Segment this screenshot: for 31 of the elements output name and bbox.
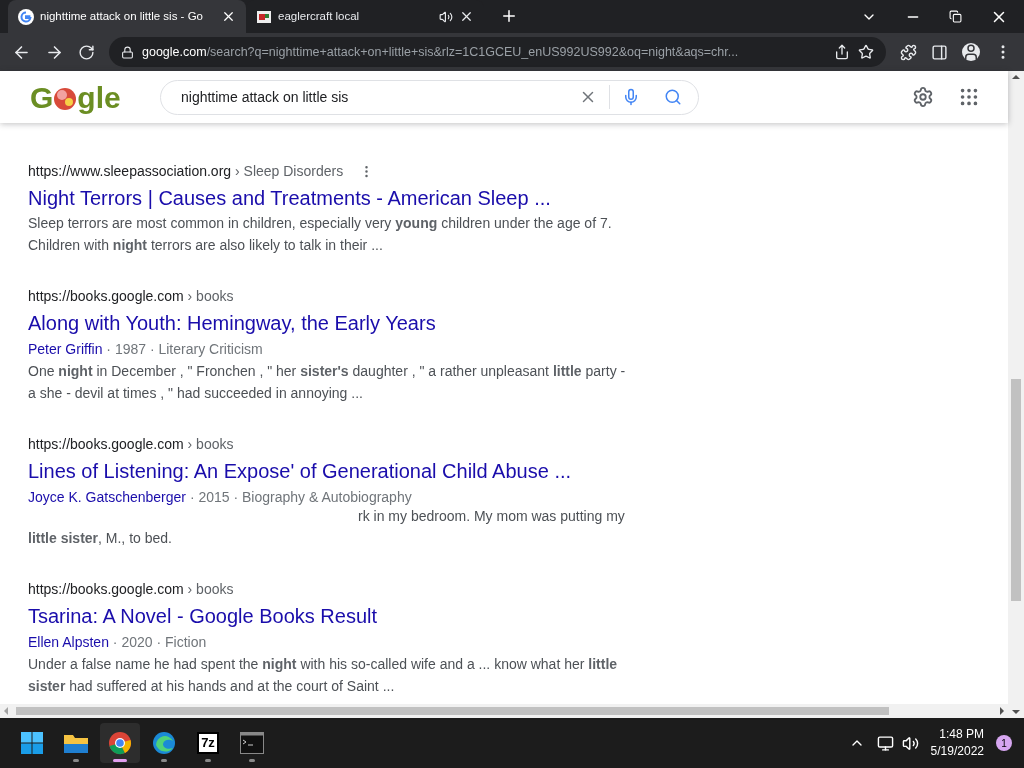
tab-title: nighttime attack on little sis - Go (40, 8, 203, 24)
archive-app-icon: 7z (197, 732, 219, 754)
result-title[interactable]: Along with Youth: Hemingway, the Early Years (28, 310, 628, 336)
url-text: google.com/search?q=nighttime+attack+on+little+sis&rlz=1C1GCEU_enUS992US992&oq=night&aqs=chr... (142, 43, 740, 61)
result-url: https://books.google.com › books (28, 579, 234, 599)
browser-tab[interactable]: nighttime attack on little sis - Go (8, 0, 246, 33)
result-title[interactable]: Night Terrors | Causes and Treatments - American Sleep ... (28, 185, 628, 211)
address-bar[interactable]: google.com/search?q=nighttime+attack+on+little+sis&rlz=1C1GCEU_enUS992US992&oq=night&aqs=chr... (109, 37, 886, 67)
notification-badge[interactable]: 1 (996, 735, 1012, 751)
result-meta: · 1987 · Literary Criticism (106, 341, 263, 357)
result-url: https://books.google.com › books (28, 286, 234, 306)
result-meta: · 2015 · Biography & Autobiography (189, 489, 412, 505)
search-query: nighttime attack on little sis (181, 87, 350, 107)
result-title[interactable]: Lines of Listening: An Expose' of Generational Child Abuse ... (28, 458, 628, 484)
author-link[interactable]: Peter Griffin (28, 341, 103, 357)
google-doodle-logo[interactable]: G gle (0, 74, 160, 120)
tab-title: eaglercraft local (278, 8, 360, 24)
result-snippet: Sleep terrors are most common in children, especially very young children under the age of 7. Children with night terrors are also likely to talk in their ... (28, 214, 613, 255)
clock[interactable]: 1:48 PM 5/19/2022 (930, 726, 984, 760)
result-url: https://books.google.com › books (28, 434, 234, 454)
result-snippet: One night in December , " Fronchen , " her sister's daughter , " a rather unpleasant little party - a she - devil at times , " had succeeded in annoying ... (28, 362, 627, 403)
taskbar-app[interactable]: 7z (188, 723, 228, 763)
result-title[interactable]: Tsarina: A Novel - Google Books Result (28, 603, 628, 629)
result-snippet: Under a false name he had spent the night with his so-called wife and a ... know what her little sister had suffered at his hands and at the court of Saint ... (28, 655, 619, 696)
result-snippet: rk in my bedroom. My mom was putting my little sister, M., to bed. (28, 507, 626, 548)
author-link[interactable]: Ellen Alpsten (28, 634, 109, 650)
result-url: https://www.sleepassociation.org › Sleep Disorders (28, 161, 344, 181)
date-text: 5/19/2022 (930, 743, 984, 760)
author-link[interactable]: Joyce K. Gatschenberger (28, 489, 186, 505)
result-meta: · 2020 · Fiction (112, 634, 207, 650)
time-text: 1:48 PM (939, 726, 984, 743)
